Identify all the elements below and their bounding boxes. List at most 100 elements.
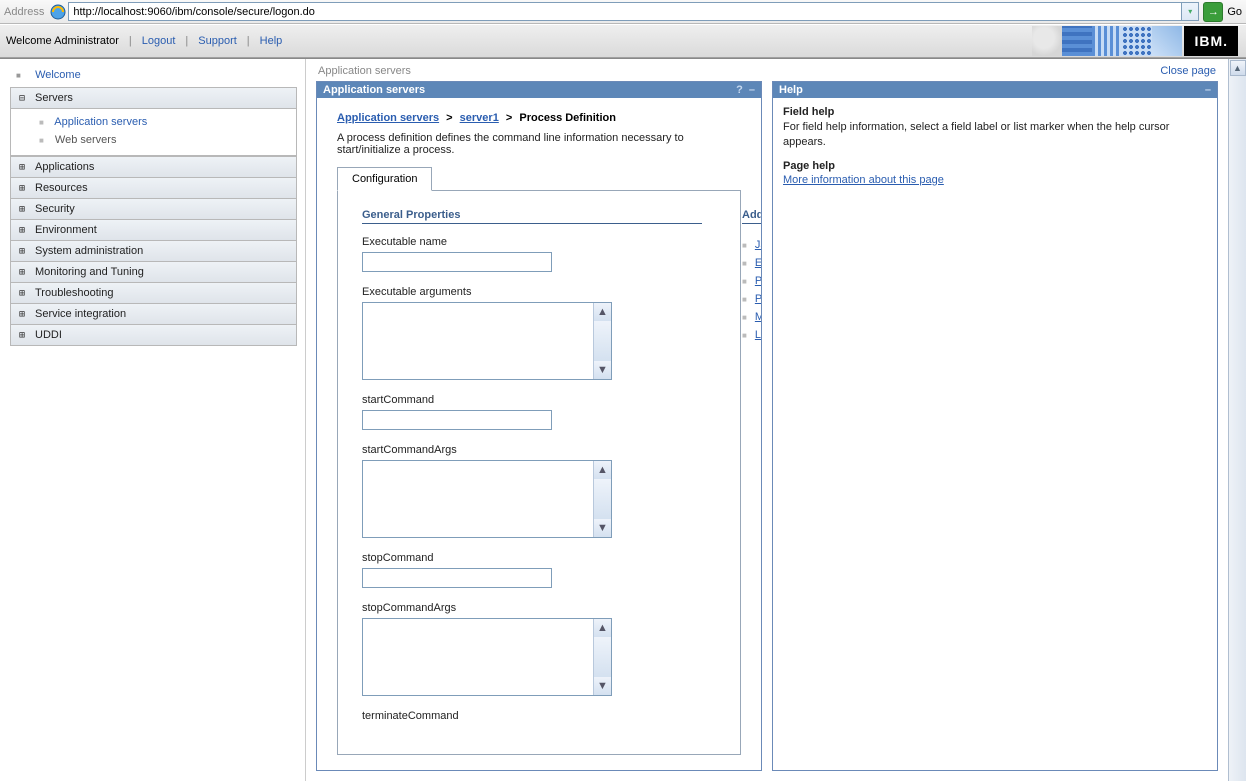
nav-sub-label: Application servers — [54, 116, 147, 128]
minimize-icon[interactable]: – — [749, 84, 755, 96]
separator: | — [129, 35, 132, 47]
nav-label: Applications — [35, 161, 94, 173]
sidebar-section-troubleshooting[interactable]: ⊞Troubleshooting — [10, 283, 297, 304]
sidebar-item-application-servers[interactable]: ■ Application servers — [25, 113, 296, 131]
sidebar-section-servers[interactable]: ⊟ Servers — [10, 87, 297, 109]
input-stop-command[interactable] — [362, 568, 552, 588]
bullet-icon: ■ — [742, 331, 747, 340]
input-start-command[interactable] — [362, 410, 552, 430]
collapse-icon: ⊟ — [17, 93, 27, 104]
sidebar-item-web-servers[interactable]: ■ Web servers — [25, 131, 296, 149]
breadcrumb-link-server1[interactable]: server1 — [460, 112, 499, 124]
field-terminate-command: terminateCommand — [362, 710, 702, 722]
field-start-command-args: startCommandArgs ▲ ▼ — [362, 444, 702, 538]
scroll-up-icon[interactable]: ▲ — [593, 461, 611, 479]
sidebar-section-uddi[interactable]: ⊞UDDI — [10, 325, 297, 346]
help-field-heading: Field help — [783, 106, 1207, 118]
expand-icon: ⊞ — [17, 204, 27, 215]
ibm-logo: IBM. — [1184, 26, 1238, 56]
scroll-down-icon[interactable]: ▼ — [593, 677, 611, 695]
expand-icon: ⊞ — [17, 225, 27, 236]
link-monitoring-policy[interactable]: Monitoring Policy — [755, 311, 761, 323]
field-executable-name: Executable name — [362, 236, 702, 272]
vertical-scrollbar[interactable]: ▲ — [1228, 59, 1246, 781]
list-item: ■ Monitoring Policy — [742, 308, 761, 326]
bullet-icon: ■ — [742, 277, 747, 286]
nav-label: Welcome — [35, 69, 81, 81]
nav-label: System administration — [35, 245, 143, 257]
additional-properties-column: Additional Properties ■ Java Virtual Mach… — [742, 209, 761, 344]
label-executable-arguments: Executable arguments — [362, 286, 702, 298]
tab-configuration[interactable]: Configuration — [337, 167, 432, 191]
bullet-icon: ■ — [742, 241, 747, 250]
go-label: Go — [1227, 6, 1242, 18]
help-icon[interactable]: ? — [736, 84, 743, 96]
welcome-text: Welcome Administrator — [6, 35, 119, 47]
header-decoration — [1032, 26, 1182, 56]
link-logging-tracing[interactable]: Logging and Tracing — [755, 329, 761, 341]
scroll-up-button[interactable]: ▲ — [1230, 60, 1246, 76]
sidebar-section-resources[interactable]: ⊞Resources — [10, 178, 297, 199]
label-terminate-command: terminateCommand — [362, 710, 702, 722]
link-java-virtual-machine[interactable]: Java Virtual Machine — [755, 239, 761, 251]
ie-icon — [50, 4, 66, 20]
breadcrumb-sep: > — [506, 112, 512, 124]
textarea-stop-command-args[interactable] — [363, 619, 593, 695]
nav-label: Environment — [35, 224, 97, 236]
nav-label: Security — [35, 203, 75, 215]
sidebar-section-security[interactable]: ⊞ Security — [10, 199, 297, 220]
sidebar-section-applications[interactable]: ⊞Applications — [10, 156, 297, 178]
general-properties-header: General Properties — [362, 209, 702, 224]
expand-icon: ⊞ — [17, 330, 27, 341]
close-page-link[interactable]: Close page — [1160, 65, 1216, 77]
breadcrumb-sep: > — [446, 112, 452, 124]
nav-label: Monitoring and Tuning — [35, 266, 144, 278]
bullet-icon: ■ — [742, 313, 747, 322]
help-page-link[interactable]: More information about this page — [783, 174, 944, 186]
bullet-icon: ■ — [742, 295, 747, 304]
field-stop-command-args: stopCommandArgs ▲ ▼ — [362, 602, 702, 696]
help-panel-title-text: Help — [779, 84, 803, 96]
breadcrumb-current: Process Definition — [519, 112, 616, 124]
crumb-left: Application servers — [318, 65, 411, 77]
go-button[interactable]: → — [1203, 2, 1223, 22]
label-stop-command: stopCommand — [362, 552, 702, 564]
nav-sub-label: Web servers — [55, 134, 117, 146]
crumb-row: Application servers Close page — [306, 59, 1228, 81]
additional-properties-header: Additional Properties — [742, 209, 761, 224]
expand-icon: ⊞ — [17, 288, 27, 299]
label-start-command: startCommand — [362, 394, 702, 406]
help-page-heading: Page help — [783, 160, 1207, 172]
textarea-executable-arguments[interactable] — [363, 303, 593, 379]
help-panel-title-bar: Help – — [773, 82, 1217, 98]
minimize-icon[interactable]: – — [1205, 84, 1211, 96]
address-input[interactable] — [68, 2, 1182, 21]
address-dropdown[interactable]: ▾ — [1182, 2, 1199, 21]
scroll-up-icon[interactable]: ▲ — [593, 303, 611, 321]
scroll-down-icon[interactable]: ▼ — [593, 361, 611, 379]
sidebar-section-monitoring-tuning[interactable]: ⊞Monitoring and Tuning — [10, 262, 297, 283]
sidebar-section-service-integration[interactable]: ⊞Service integration — [10, 304, 297, 325]
breadcrumb-link-application-servers[interactable]: Application servers — [337, 112, 439, 124]
link-environment-entries[interactable]: Environment Entries — [755, 257, 761, 269]
bullet-icon: ■ — [16, 71, 24, 80]
textarea-start-command-args[interactable] — [363, 461, 593, 537]
help-link[interactable]: Help — [260, 35, 283, 47]
help-field-text: For field help information, select a fie… — [783, 120, 1207, 150]
link-process-execution[interactable]: Process Execution — [755, 275, 761, 287]
nav-label: Servers — [35, 92, 73, 104]
separator: | — [247, 35, 250, 47]
logout-link[interactable]: Logout — [142, 35, 176, 47]
sidebar-section-environment[interactable]: ⊞ Environment — [10, 220, 297, 241]
sidebar-item-welcome[interactable]: ■ Welcome — [10, 63, 297, 87]
scroll-down-icon[interactable]: ▼ — [593, 519, 611, 537]
sidebar-section-system-administration[interactable]: ⊞System administration — [10, 241, 297, 262]
list-item: ■ Java Virtual Machine — [742, 236, 761, 254]
support-link[interactable]: Support — [198, 35, 237, 47]
help-panel-body: Field help For field help information, s… — [773, 98, 1217, 194]
input-executable-name[interactable] — [362, 252, 552, 272]
nav-label: Resources — [35, 182, 88, 194]
link-process-logs[interactable]: Process Logs — [755, 293, 761, 305]
address-label: Address — [4, 6, 44, 18]
scroll-up-icon[interactable]: ▲ — [593, 619, 611, 637]
